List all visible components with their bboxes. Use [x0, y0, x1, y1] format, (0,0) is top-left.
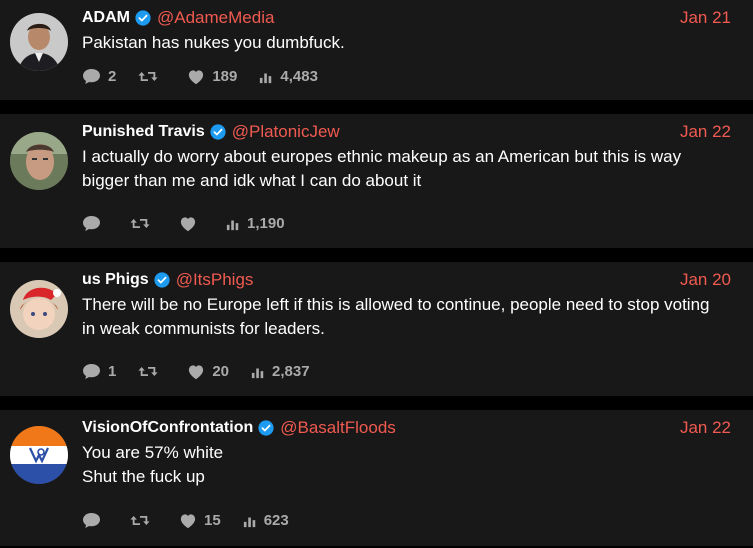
tweet-feed: ADAM @AdameMedia Jan 21 Pakistan has nuk… — [0, 0, 753, 546]
retweet-icon — [138, 364, 158, 379]
author-name[interactable]: ADAM — [82, 9, 130, 27]
tweet-date[interactable]: Jan 22 — [680, 122, 731, 142]
reply-icon — [82, 215, 101, 232]
views-count: 623 — [263, 512, 289, 529]
retweet-button[interactable] — [130, 513, 157, 528]
tweet-header: us Phigs @ItsPhigs Jan 20 — [82, 269, 731, 291]
views-icon — [243, 514, 257, 528]
avatar[interactable] — [10, 132, 68, 190]
divider — [0, 396, 753, 410]
author-handle[interactable]: @ItsPhigs — [176, 270, 254, 290]
avatar[interactable] — [10, 13, 68, 71]
like-count: 189 — [212, 68, 238, 85]
views-icon — [259, 70, 273, 84]
views-button[interactable]: 1,190 — [226, 215, 285, 232]
retweet-button[interactable] — [138, 364, 165, 379]
verified-badge-icon — [154, 272, 170, 288]
reply-icon — [82, 512, 101, 529]
author-name[interactable]: us Phigs — [82, 271, 149, 289]
reply-button[interactable] — [82, 215, 108, 232]
verified-badge-icon — [135, 10, 151, 26]
tweet-text: Pakistan has nukes you dumbfuck. — [82, 33, 345, 52]
views-icon — [226, 217, 240, 231]
reply-count: 2 — [108, 68, 117, 85]
views-button[interactable]: 4,483 — [259, 68, 318, 85]
reply-count: 1 — [108, 363, 117, 380]
author-name[interactable]: VisionOfConfrontation — [82, 419, 253, 437]
views-button[interactable]: 2,837 — [251, 363, 310, 380]
views-count: 2,837 — [272, 363, 310, 380]
avatar[interactable] — [10, 280, 68, 338]
like-button[interactable] — [179, 216, 204, 232]
views-count: 1,190 — [247, 215, 285, 232]
tweet-card[interactable]: VisionOfConfrontation @BasaltFloods Jan … — [0, 410, 753, 546]
tweet-header: VisionOfConfrontation @BasaltFloods Jan … — [82, 417, 731, 439]
tweet-text: There will be no Europe left if this is … — [82, 295, 710, 338]
tweet-actions: 2 189 4,483 — [82, 68, 340, 85]
tweet-actions: 15 623 — [82, 512, 311, 529]
retweet-icon — [138, 69, 158, 84]
like-icon — [187, 364, 205, 380]
reply-button[interactable]: 1 — [82, 363, 116, 380]
views-count: 4,483 — [280, 68, 318, 85]
like-icon — [179, 216, 197, 232]
like-button[interactable]: 189 — [187, 68, 237, 85]
verified-badge-icon — [258, 420, 274, 436]
author-handle[interactable]: @PlatonicJew — [232, 122, 340, 142]
tweet-card[interactable]: Punished Travis @PlatonicJew Jan 22 I ac… — [0, 114, 753, 248]
tweet-date[interactable]: Jan 20 — [680, 270, 731, 290]
retweet-button[interactable] — [138, 69, 165, 84]
tweet-actions: 1,190 — [82, 215, 307, 232]
author-handle[interactable]: @BasaltFloods — [280, 418, 396, 438]
author-handle[interactable]: @AdameMedia — [157, 8, 274, 28]
tweet-text: You are 57% white Shut the fuck up — [82, 443, 224, 486]
tweet-date[interactable]: Jan 21 — [680, 8, 731, 28]
reply-icon — [82, 363, 101, 380]
tweet-card[interactable]: ADAM @AdameMedia Jan 21 Pakistan has nuk… — [0, 0, 753, 100]
like-button[interactable]: 15 — [179, 512, 221, 529]
retweet-button[interactable] — [130, 216, 157, 231]
tweet-date[interactable]: Jan 22 — [680, 418, 731, 438]
like-count: 15 — [204, 512, 221, 529]
tweet-actions: 1 20 2,837 — [82, 363, 332, 380]
reply-icon — [82, 68, 101, 85]
tweet-header: ADAM @AdameMedia Jan 21 — [82, 7, 731, 29]
reply-button[interactable]: 2 — [82, 68, 116, 85]
reply-button[interactable] — [82, 512, 108, 529]
author-name[interactable]: Punished Travis — [82, 123, 205, 141]
views-button[interactable]: 623 — [243, 512, 289, 529]
like-count: 20 — [212, 363, 230, 380]
divider — [0, 100, 753, 114]
like-button[interactable]: 20 — [187, 363, 229, 380]
tweet-card[interactable]: us Phigs @ItsPhigs Jan 20 There will be … — [0, 262, 753, 396]
tweet-text: I actually do worry about europes ethnic… — [82, 147, 682, 190]
verified-badge-icon — [210, 124, 226, 140]
retweet-icon — [130, 513, 150, 528]
like-icon — [187, 69, 205, 85]
views-icon — [251, 365, 265, 379]
divider — [0, 248, 753, 262]
retweet-icon — [130, 216, 150, 231]
avatar[interactable] — [10, 426, 68, 484]
tweet-header: Punished Travis @PlatonicJew Jan 22 — [82, 121, 731, 143]
like-icon — [179, 513, 197, 529]
